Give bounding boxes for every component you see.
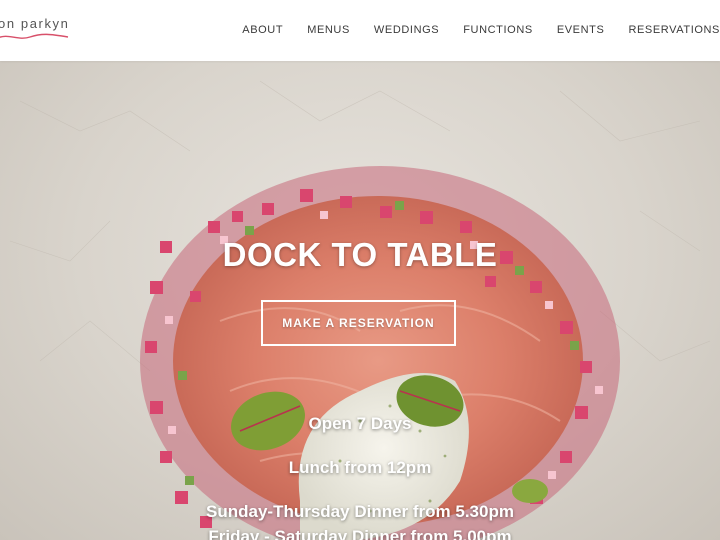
logo-wave-icon — [0, 33, 69, 39]
hours-open-days: Open 7 Days — [308, 414, 412, 433]
hours-dinner-fri-sat: Friday - Saturday Dinner from 5.00pm — [208, 527, 512, 540]
make-reservation-button[interactable]: MAKE A RESERVATION — [261, 300, 456, 346]
main-nav: ABOUT MENUS WEDDINGS FUNCTIONS EVENTS RE… — [218, 24, 720, 36]
nav-reservations[interactable]: RESERVATIONS — [628, 24, 720, 36]
nav-functions[interactable]: FUNCTIONS — [463, 24, 533, 36]
logo[interactable]: on parkyn — [0, 14, 74, 48]
hero-section: DOCK TO TABLE MAKE A RESERVATION Open 7 … — [0, 61, 720, 540]
nav-about[interactable]: ABOUT — [242, 24, 283, 36]
nav-menus[interactable]: MENUS — [307, 24, 350, 36]
hours-dinner-sun-thu: Sunday-Thursday Dinner from 5.30pm — [206, 502, 514, 521]
hours-lunch: Lunch from 12pm — [288, 458, 432, 477]
hero-title: DOCK TO TABLE — [222, 236, 498, 273]
logo-text: on parkyn — [0, 16, 70, 31]
nav-events[interactable]: EVENTS — [557, 24, 605, 36]
nav-weddings[interactable]: WEDDINGS — [374, 24, 439, 36]
site-header: on parkyn ABOUT MENUS WEDDINGS FUNCTIONS… — [0, 0, 720, 61]
hero-overlay: DOCK TO TABLE MAKE A RESERVATION Open 7 … — [0, 61, 720, 540]
